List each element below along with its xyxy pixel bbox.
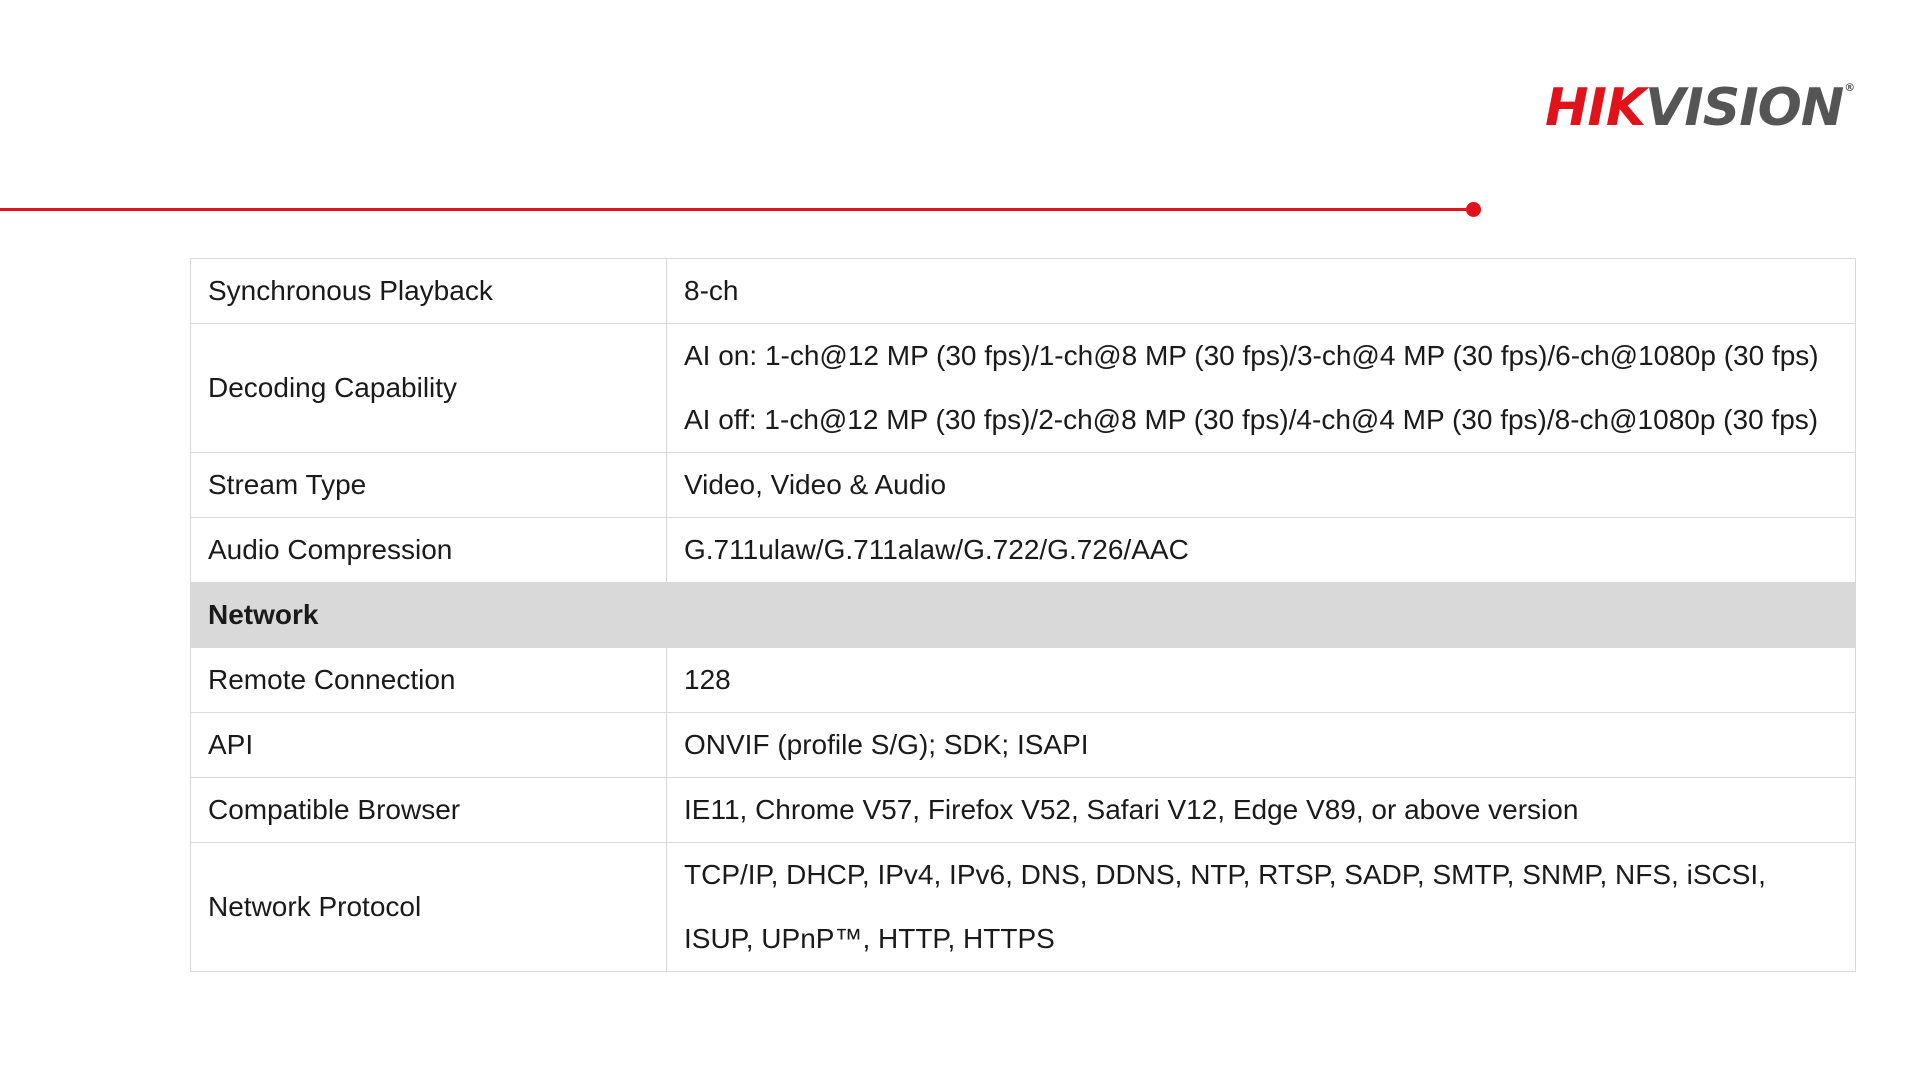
spec-label: API <box>190 712 667 778</box>
spec-label: Audio Compression <box>190 517 667 583</box>
header-divider-dot <box>1466 202 1481 217</box>
header-divider-line <box>0 208 1466 211</box>
spec-row-compatible-browser: Compatible Browser IE11, Chrome V57, Fir… <box>190 777 1856 843</box>
spec-label: Remote Connection <box>190 647 667 713</box>
spec-row-network-protocol: Network Protocol TCP/IP, DHCP, IPv4, IPv… <box>190 842 1856 972</box>
spec-row-synchronous-playback: Synchronous Playback 8-ch <box>190 258 1856 324</box>
spec-row-remote-connection: Remote Connection 128 <box>190 647 1856 713</box>
spec-sheet-page: HIKVISION® Synchronous Playback 8-ch Dec… <box>0 0 1920 1080</box>
spec-value-line: AI on: 1-ch@12 MP (30 fps)/1-ch@8 MP (30… <box>684 340 1819 371</box>
spec-table: Synchronous Playback 8-ch Decoding Capab… <box>190 258 1856 972</box>
spec-value: Video, Video & Audio <box>666 452 1856 518</box>
spec-label: Stream Type <box>190 452 667 518</box>
spec-value: 128 <box>666 647 1856 713</box>
section-title: Network <box>190 582 1856 648</box>
spec-value-line: AI off: 1-ch@12 MP (30 fps)/2-ch@8 MP (3… <box>684 404 1819 435</box>
registered-mark: ® <box>1844 81 1855 94</box>
spec-value: AI on: 1-ch@12 MP (30 fps)/1-ch@8 MP (30… <box>666 323 1856 453</box>
logo-hik-text: HIK <box>1545 78 1646 138</box>
spec-row-api: API ONVIF (profile S/G); SDK; ISAPI <box>190 712 1856 778</box>
logo-vision-text: VISION <box>1645 78 1844 138</box>
spec-label: Synchronous Playback <box>190 258 667 324</box>
spec-value: 8-ch <box>666 258 1856 324</box>
spec-label: Compatible Browser <box>190 777 667 843</box>
spec-label: Network Protocol <box>190 842 667 972</box>
section-header-network: Network <box>190 582 1856 648</box>
spec-row-stream-type: Stream Type Video, Video & Audio <box>190 452 1856 518</box>
spec-row-decoding-capability: Decoding Capability AI on: 1-ch@12 MP (3… <box>190 323 1856 453</box>
spec-value: IE11, Chrome V57, Firefox V52, Safari V1… <box>666 777 1856 843</box>
spec-label: Decoding Capability <box>190 323 667 453</box>
hikvision-logo: HIKVISION® <box>1545 81 1855 134</box>
spec-value: ONVIF (profile S/G); SDK; ISAPI <box>666 712 1856 778</box>
spec-row-audio-compression: Audio Compression G.711ulaw/G.711alaw/G.… <box>190 517 1856 583</box>
spec-value: TCP/IP, DHCP, IPv4, IPv6, DNS, DDNS, NTP… <box>666 842 1856 972</box>
spec-value: G.711ulaw/G.711alaw/G.722/G.726/AAC <box>666 517 1856 583</box>
